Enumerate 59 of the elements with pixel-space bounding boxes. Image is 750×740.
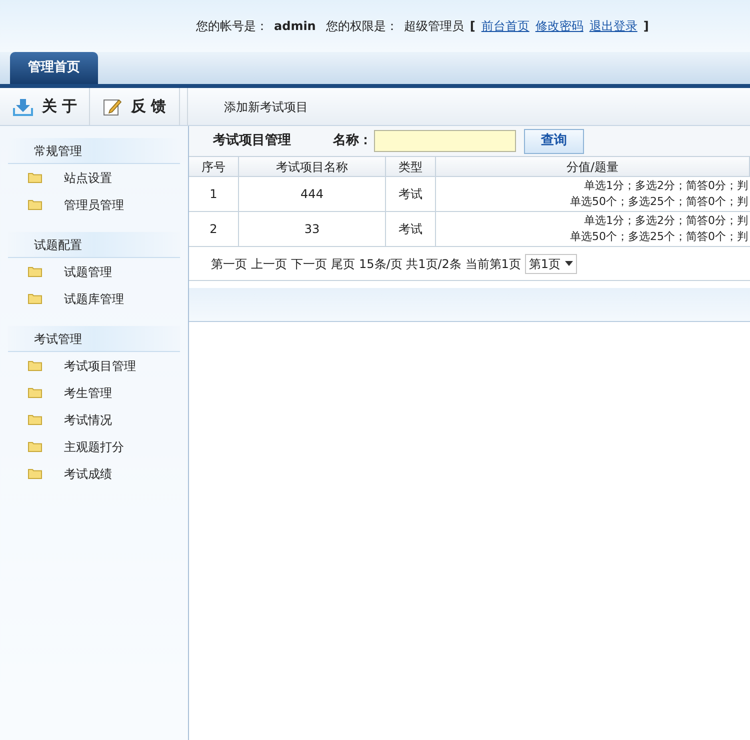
folder-icon [28, 414, 42, 425]
download-icon [12, 96, 34, 116]
folder-icon [28, 199, 42, 210]
sidebar-group-title: 考试管理 [8, 326, 180, 352]
sidebar-item[interactable]: 试题管理 [64, 262, 112, 280]
query-button[interactable]: 查询 [524, 128, 584, 154]
toolbar-button[interactable]: 反 馈 [90, 88, 180, 125]
header-link[interactable]: 前台首页 [481, 17, 530, 35]
toolbar-button[interactable]: 关 于 [0, 88, 90, 125]
role-label: 您的权限是： [326, 18, 398, 35]
pagination-link[interactable]: 下一页 [291, 254, 327, 272]
sidebar-item[interactable]: 管理员管理 [64, 196, 124, 214]
sidebar-group-title: 常规管理 [8, 138, 180, 164]
sidebar-item[interactable]: 站点设置 [64, 168, 112, 186]
pagination-info: 15条/页 共1页/2条 当前第1页 [359, 256, 521, 272]
role-name: 超级管理员 [404, 18, 464, 35]
column-header: 分值/题量 [436, 157, 750, 177]
folder-icon [28, 360, 42, 371]
header-link[interactable]: 修改密码 [535, 17, 584, 35]
account-label: 您的帐号是： [196, 18, 268, 35]
pagination-link[interactable]: 尾页 [331, 254, 355, 272]
sidebar-item[interactable]: 主观题打分 [64, 438, 124, 456]
column-header: 类型 [386, 157, 436, 177]
caret-icon [564, 261, 573, 266]
table-cell: 1 [189, 177, 239, 212]
folder-icon [28, 172, 42, 183]
sidebar-group-title: 试题配置 [8, 232, 180, 258]
table-cell: 单选1分；多选2分；简答0分；判 单选50个；多选25个；简答0个；判 [436, 177, 750, 212]
table-cell: 单选1分；多选2分；简答0分；判 单选50个；多选25个；简答0个；判 [436, 212, 750, 247]
table-cell: 2 [189, 212, 239, 247]
sidebar-item[interactable]: 考生管理 [64, 384, 112, 402]
name-label: 名称： [333, 132, 372, 150]
pagination-link[interactable]: 上一页 [251, 254, 287, 272]
sidebar-item[interactable]: 考试成绩 [64, 464, 112, 482]
table-cell: 考试 [386, 212, 436, 247]
column-header: 序号 [189, 157, 239, 177]
header-link[interactable]: 退出登录 [589, 17, 638, 35]
section-title: 考试项目管理 [213, 132, 292, 150]
sidebar-item[interactable]: 试题库管理 [64, 290, 124, 308]
account-name: admin [274, 18, 316, 35]
table-cell: 444 [239, 177, 386, 212]
add-item-link[interactable]: 添加新考试项目 [224, 98, 308, 116]
pencil-note-icon [102, 96, 123, 116]
folder-icon [28, 266, 42, 277]
folder-icon [28, 293, 42, 304]
folder-icon [28, 441, 42, 452]
table-cell: 考试 [386, 177, 436, 212]
name-input[interactable] [374, 130, 516, 152]
bracket: ] [643, 18, 649, 35]
folder-icon [28, 387, 42, 398]
pagination-link[interactable]: 第一页 [211, 254, 247, 272]
sidebar-item[interactable]: 考试情况 [64, 410, 112, 428]
column-header: 考试项目名称 [239, 157, 386, 177]
folder-icon [28, 468, 42, 479]
sidebar-item[interactable]: 考试项目管理 [64, 356, 136, 374]
table-cell: 33 [239, 212, 386, 247]
nav-tab[interactable]: 管理首页 [10, 52, 98, 84]
page-select[interactable]: 第1页 [524, 254, 577, 274]
bracket: [ [470, 18, 476, 35]
